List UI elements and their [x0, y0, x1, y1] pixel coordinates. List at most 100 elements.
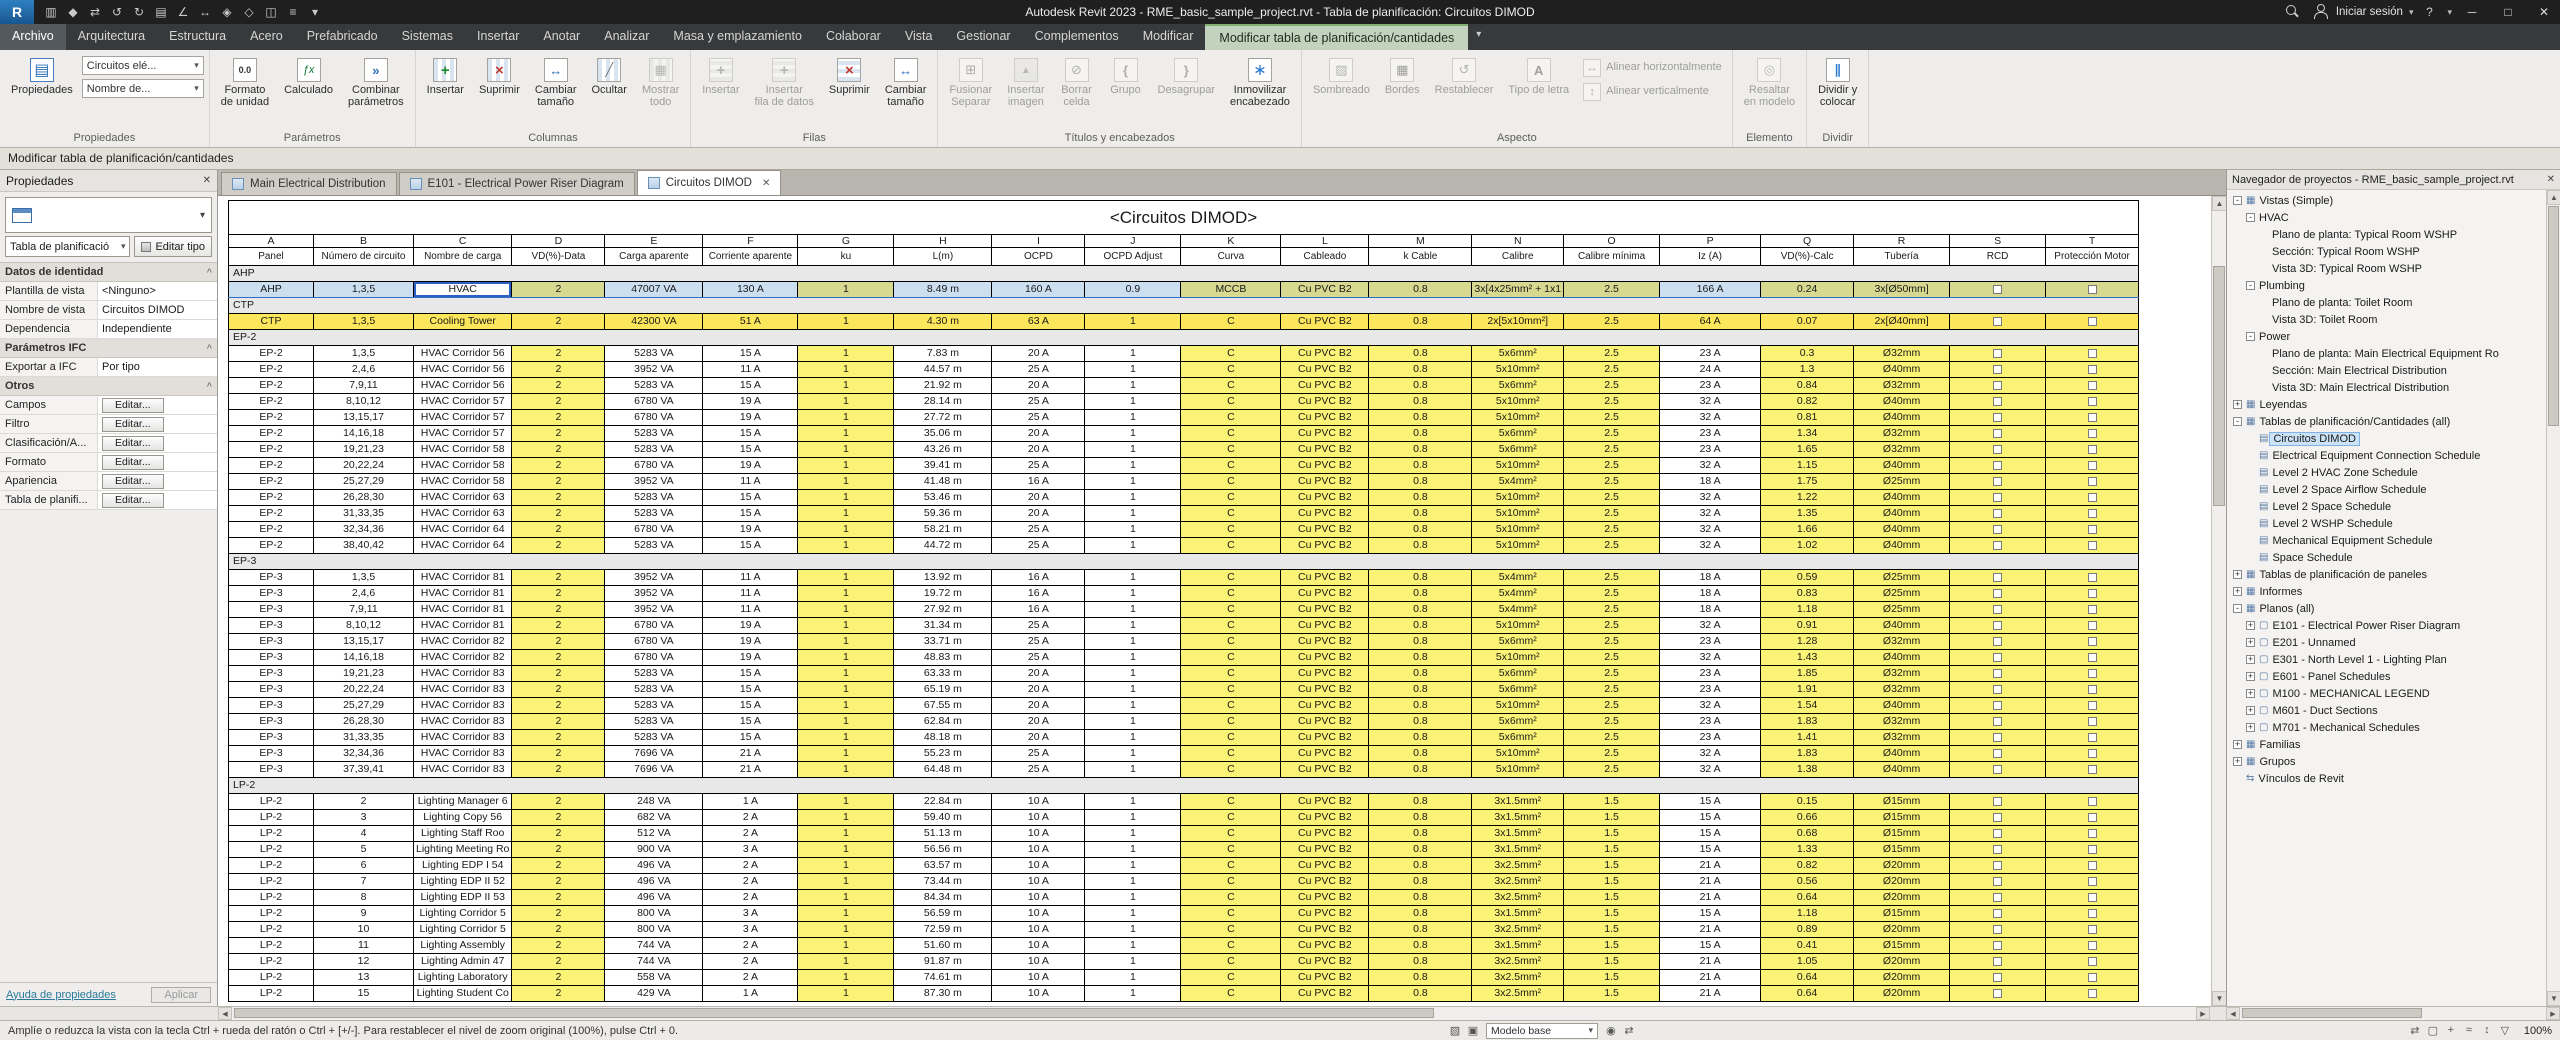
- schedule-cell[interactable]: 7696 VA: [604, 745, 704, 762]
- schedule-cell[interactable]: C: [1180, 825, 1282, 842]
- group-header-row[interactable]: EP-2: [227, 329, 2140, 346]
- schedule-cell[interactable]: 27.72 m: [893, 409, 993, 426]
- checkbox[interactable]: [2087, 316, 2097, 326]
- tree-item[interactable]: + ▦ Familias: [2227, 736, 2560, 753]
- checkbox[interactable]: [1993, 588, 2003, 598]
- schedule-cell[interactable]: [2045, 537, 2140, 554]
- schedule-cell[interactable]: 5x4mm²: [1471, 585, 1565, 602]
- column-header[interactable]: Número de circuito: [313, 247, 414, 266]
- schedule-cell[interactable]: 25,27,29: [313, 473, 414, 490]
- schedule-cell[interactable]: 1: [1084, 585, 1182, 602]
- schedule-cell[interactable]: 2: [511, 937, 606, 954]
- tree-item[interactable]: + ▢ E601 - Panel Schedules: [2227, 668, 2560, 685]
- schedule-cell[interactable]: 900 VA: [604, 841, 704, 858]
- scroll-up-icon[interactable]: ▲: [2212, 196, 2226, 211]
- checkbox[interactable]: [2087, 716, 2097, 726]
- schedule-cell[interactable]: [2045, 873, 2140, 890]
- schedule-cell[interactable]: Ø40mm: [1853, 393, 1951, 410]
- checkbox[interactable]: [2087, 412, 2097, 422]
- checkbox[interactable]: [2087, 956, 2097, 966]
- checkbox[interactable]: [2087, 348, 2097, 358]
- schedule-cell[interactable]: 5283 VA: [604, 713, 704, 730]
- schedule-cell[interactable]: LP-2: [228, 857, 314, 874]
- schedule-cell[interactable]: 5x4mm²: [1471, 569, 1565, 586]
- schedule-cell[interactable]: 21 A: [1659, 985, 1762, 1002]
- menu-tab-arquitectura[interactable]: Arquitectura: [66, 24, 157, 50]
- schedule-cell[interactable]: 23 A: [1659, 377, 1762, 394]
- schedule-cell[interactable]: 5283 VA: [604, 425, 704, 442]
- schedule-cell[interactable]: 32 A: [1659, 393, 1762, 410]
- schedule-cell[interactable]: [1949, 681, 2047, 698]
- schedule-cell[interactable]: 5x10mm²: [1471, 505, 1565, 522]
- schedule-cell[interactable]: 5x10mm²: [1471, 745, 1565, 762]
- schedule-cell[interactable]: 15 A: [1659, 825, 1762, 842]
- schedule-cell[interactable]: 21 A: [702, 745, 799, 762]
- schedule-cell[interactable]: 10 A: [991, 793, 1086, 810]
- schedule-cell[interactable]: [2045, 377, 2140, 394]
- schedule-cell[interactable]: Cu PVC B2: [1280, 537, 1370, 554]
- schedule-cell[interactable]: Ø32mm: [1853, 441, 1951, 458]
- properties-category[interactable]: Otros ^: [0, 377, 217, 396]
- schedule-cell[interactable]: 2.5: [1563, 713, 1661, 730]
- schedule-cell[interactable]: 2: [511, 793, 606, 810]
- schedule-cell[interactable]: 1: [797, 889, 895, 906]
- schedule-cell[interactable]: 1: [797, 409, 895, 426]
- schedule-cell[interactable]: 2 A: [702, 873, 799, 890]
- schedule-cell[interactable]: 6780 VA: [604, 521, 704, 538]
- schedule-cell[interactable]: 39.41 m: [893, 457, 993, 474]
- property-value[interactable]: Editar...: [98, 472, 217, 490]
- section-icon[interactable]: ◫: [260, 0, 282, 24]
- schedule-cell[interactable]: LP-2: [228, 921, 314, 938]
- schedule-cell[interactable]: 38,40,42: [313, 537, 414, 554]
- schedule-cell[interactable]: 15 A: [1659, 809, 1762, 826]
- checkbox[interactable]: [2087, 508, 2097, 518]
- schedule-cell[interactable]: 512 VA: [604, 825, 704, 842]
- menu-tab-insertar[interactable]: Insertar: [465, 24, 531, 50]
- schedule-cell[interactable]: 5x10mm²: [1471, 537, 1565, 554]
- schedule-cell[interactable]: 2.5: [1563, 505, 1661, 522]
- schedule-cell[interactable]: 1: [1084, 601, 1182, 618]
- checkbox[interactable]: [1993, 940, 2003, 950]
- schedule-cell[interactable]: C: [1180, 585, 1282, 602]
- schedule-cell[interactable]: 1: [1084, 569, 1182, 586]
- group-header-cell[interactable]: EP-2: [227, 329, 2140, 346]
- schedule-cell[interactable]: Ø20mm: [1853, 873, 1951, 890]
- checkbox[interactable]: [2087, 540, 2097, 550]
- schedule-cell[interactable]: 0.8: [1368, 937, 1473, 954]
- checkbox[interactable]: [2087, 684, 2097, 694]
- schedule-cell[interactable]: 1: [1084, 969, 1182, 986]
- schedule-cell[interactable]: 0.89: [1760, 921, 1855, 938]
- schedule-cell[interactable]: Ø40mm: [1853, 537, 1951, 554]
- schedule-cell[interactable]: 25 A: [991, 633, 1086, 650]
- schedule-cell[interactable]: 44.72 m: [893, 537, 993, 554]
- schedule-cell[interactable]: Cu PVC B2: [1280, 873, 1370, 890]
- schedule-cell[interactable]: EP-3: [228, 745, 314, 762]
- schedule-cell[interactable]: C: [1180, 313, 1282, 330]
- table-row[interactable]: EP-3 2,4,6 HVAC Corridor 81 2 3952 VA 11 A 1 19…: [228, 585, 2140, 602]
- active-model-select[interactable]: Modelo base ▾: [1485, 1022, 1598, 1039]
- schedule-cell[interactable]: 2 A: [702, 809, 799, 826]
- edit-type-button[interactable]: Editar tipo: [134, 236, 212, 257]
- schedule-cell[interactable]: 58.21 m: [893, 521, 993, 538]
- schedule-cell[interactable]: 5x6mm²: [1471, 681, 1565, 698]
- schedule-cell[interactable]: 2: [511, 921, 606, 938]
- collapse-icon[interactable]: -: [2246, 281, 2255, 290]
- schedule-cell[interactable]: C: [1180, 457, 1282, 474]
- schedule-cell[interactable]: 72.59 m: [893, 921, 993, 938]
- schedule-cell[interactable]: 2.5: [1563, 537, 1661, 554]
- schedule-cell[interactable]: 23 A: [1659, 345, 1762, 362]
- schedule-cell[interactable]: [1949, 921, 2047, 938]
- schedule-cell[interactable]: 1.5: [1563, 953, 1661, 970]
- schedule-cell[interactable]: 2: [511, 473, 606, 490]
- schedule-cell[interactable]: 1: [797, 361, 895, 378]
- schedule-cell[interactable]: Cu PVC B2: [1280, 889, 1370, 906]
- schedule-cell[interactable]: 27.92 m: [893, 601, 993, 618]
- schedule-cell[interactable]: Lighting Manager 6: [412, 793, 513, 810]
- save-icon[interactable]: ◆: [62, 0, 84, 24]
- checkbox[interactable]: [1993, 604, 2003, 614]
- schedule-cell[interactable]: 0.8: [1368, 825, 1473, 842]
- table-row[interactable]: LP-2 13 Lighting Laboratory 2 558 VA 2 A 1 74.6…: [228, 969, 2140, 986]
- schedule-cell[interactable]: 8,10,12: [313, 393, 414, 410]
- schedule-cell[interactable]: 2: [511, 505, 606, 522]
- schedule-cell[interactable]: 682 VA: [604, 809, 704, 826]
